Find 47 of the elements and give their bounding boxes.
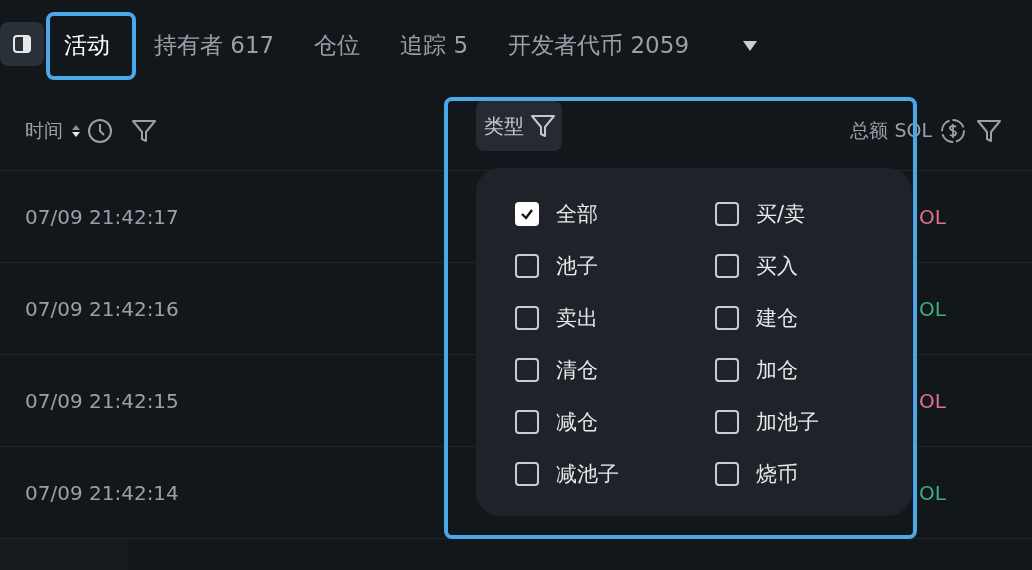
checkbox[interactable] [715, 306, 739, 330]
checkbox-label[interactable]: 减池子 [556, 460, 619, 488]
table-cell: OL [919, 388, 946, 413]
table-cell: 07/09 21:42:14 [25, 480, 179, 505]
checkbox-label[interactable]: 烧币 [756, 460, 798, 488]
checkbox-label[interactable]: 池子 [556, 252, 598, 280]
checkbox-label[interactable]: 卖出 [556, 304, 598, 332]
checkbox[interactable] [715, 358, 739, 382]
table-cell: 07/09 21:42:17 [25, 204, 179, 229]
tab[interactable]: 追踪 5 [382, 12, 485, 80]
column-filter-button[interactable]: 类型 [476, 101, 562, 151]
checkbox-label[interactable]: 减仓 [556, 408, 598, 436]
table-cell: OL [919, 296, 946, 321]
tab[interactable]: 活动 [46, 12, 136, 80]
checkbox[interactable] [515, 254, 539, 278]
sidebar-panel-icon [12, 34, 32, 54]
tab[interactable]: 仓位 [296, 12, 377, 80]
checkbox-label[interactable]: 加仓 [756, 356, 798, 384]
filter-icon [530, 113, 556, 139]
checkbox-label[interactable]: 清仓 [556, 356, 598, 384]
checkbox[interactable] [715, 254, 739, 278]
sort-icon[interactable] [71, 123, 81, 139]
checkbox[interactable] [715, 202, 739, 226]
tab[interactable]: 持有者 617 [136, 12, 291, 80]
checkbox[interactable] [515, 462, 539, 486]
dollar-circle-icon[interactable] [940, 118, 966, 144]
checkbox-label[interactable]: 建仓 [756, 304, 798, 332]
checkbox[interactable] [515, 410, 539, 434]
checkbox-label[interactable]: 买入 [756, 252, 798, 280]
panel-toggle-button[interactable] [0, 22, 44, 66]
tab[interactable]: 开发者代币 2059 [490, 12, 706, 80]
dropdown-caret-icon[interactable] [741, 39, 760, 53]
checkbox-label[interactable]: 加池子 [756, 408, 819, 436]
checkbox[interactable] [715, 410, 739, 434]
checkbox[interactable] [715, 462, 739, 486]
table-cell: OL [919, 204, 946, 229]
table-cell: 07/09 21:42:15 [25, 388, 179, 413]
table-cell: OL [919, 480, 946, 505]
filter-icon[interactable] [976, 118, 1002, 144]
column-header: 时间 [25, 118, 63, 143]
filter-icon[interactable] [131, 118, 157, 144]
checkbox[interactable] [515, 358, 539, 382]
table-cell: 07/09 21:42:16 [25, 296, 179, 321]
checkbox-label[interactable]: 买/卖 [756, 200, 806, 228]
checkbox-label[interactable]: 全部 [556, 200, 598, 228]
checkbox[interactable] [515, 306, 539, 330]
clock-icon[interactable] [87, 118, 113, 144]
